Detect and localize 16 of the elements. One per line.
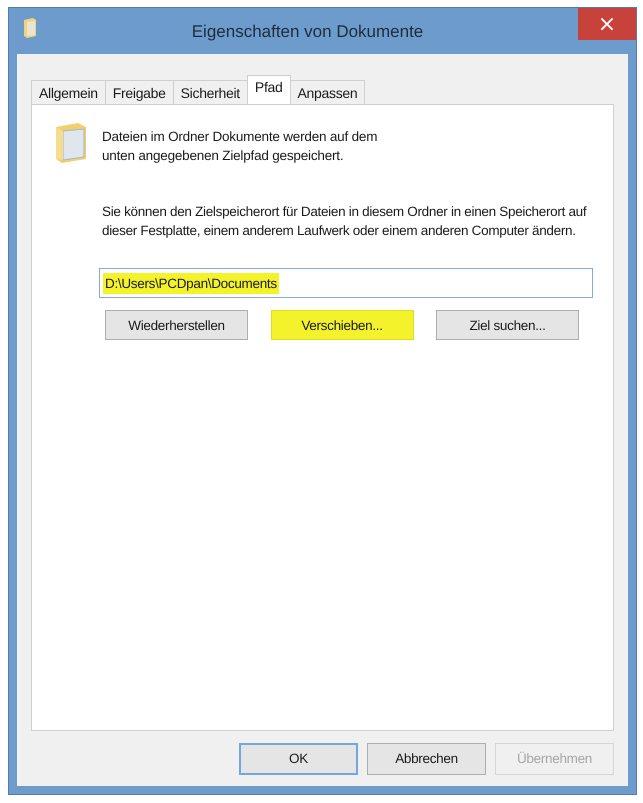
tab[interactable]: Freigabe xyxy=(104,80,174,104)
folder-icon xyxy=(54,123,88,163)
dialog-button[interactable]: OK xyxy=(239,742,358,774)
action-button[interactable]: Verschieben... xyxy=(270,310,414,340)
tab[interactable]: Allgemein xyxy=(31,80,106,104)
path-field[interactable]: D:\Users\PCDpan\Documents xyxy=(99,268,593,298)
description-text: Sie können den Zielspeicherort für Dateien in diesem Ordner in einen Speicherort auf dieser Festplatte, einem anderem Laufwerk oder einem anderen Computer ändern. xyxy=(102,203,588,240)
action-button[interactable]: Ziel suchen... xyxy=(436,310,579,340)
intro-text: Dateien im Ordner Dokumente werden auf dem unten angegebenen Zielpfad gespeichert. xyxy=(102,128,378,165)
window-title: Eigenschaften von Dokumente xyxy=(190,22,424,42)
tab[interactable]: Anpassen xyxy=(290,80,366,104)
close-button[interactable]: × xyxy=(578,8,636,40)
action-button[interactable]: Wiederherstellen xyxy=(105,310,248,340)
dialog-button[interactable]: Abbrechen xyxy=(367,742,486,774)
tab[interactable]: Pfad xyxy=(246,75,291,104)
folder-icon xyxy=(23,18,37,38)
